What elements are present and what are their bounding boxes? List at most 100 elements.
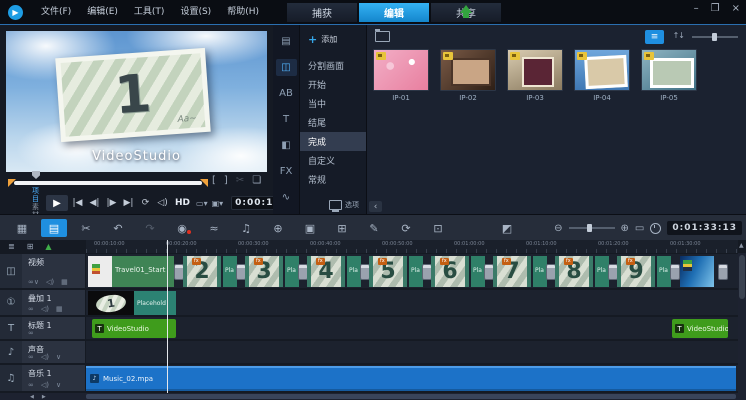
scroll-left-icon[interactable]: ◀ [30, 394, 34, 400]
title-track-lane[interactable] [86, 317, 738, 339]
list-view-toggle[interactable]: ≡ [645, 30, 664, 44]
minimize-button[interactable]: – [694, 3, 699, 14]
mute-icon[interactable]: ◁) [46, 278, 54, 286]
motion-path-icon[interactable]: ∿ [276, 189, 297, 206]
motion-tracking-icon[interactable]: ⊕ [265, 219, 291, 237]
video-clip-first[interactable]: Travel01_Start [88, 256, 174, 287]
redo-icon[interactable]: ↷ [137, 219, 163, 237]
scrub-bar[interactable] [14, 181, 202, 185]
template-thumbnail[interactable]: IP-03 [507, 49, 563, 102]
track-header-voice[interactable]: ♪声音∞◁)∨ [0, 341, 85, 363]
mute-icon[interactable]: ◁) [41, 353, 49, 361]
subtitle-editor-icon[interactable]: ▣ [297, 219, 323, 237]
transition-icon[interactable] [718, 264, 728, 280]
scroll-right-icon[interactable]: ▶ [42, 394, 46, 400]
add-track-icon[interactable]: ⊞ [27, 242, 34, 251]
tools-icon[interactable]: ✂ [73, 219, 99, 237]
volume-icon[interactable]: ◁) [155, 198, 170, 208]
video-clip-placeholder[interactable]: Pla [657, 256, 671, 287]
transition-icon[interactable]: AB [276, 85, 297, 102]
duration-clock-icon[interactable] [650, 223, 661, 234]
scroll-up-icon[interactable]: ▲ [739, 242, 744, 249]
sort-icon[interactable]: ↑↓ [673, 31, 684, 40]
video-clip-number[interactable]: 4fx [307, 256, 345, 287]
overlay-track-lane[interactable] [86, 290, 738, 315]
preview-size-dropdown[interactable]: ▭▾ [196, 199, 208, 208]
menu-item[interactable]: 帮助(H) [219, 1, 267, 24]
enlarge-preview-icon[interactable]: ❏ [252, 175, 261, 186]
swap-tracks-icon[interactable]: ▲ [45, 242, 51, 251]
sound-mixer-icon[interactable]: ≈ [201, 219, 227, 237]
timeline-duration-timecode[interactable]: 0:01:33:13 [667, 221, 742, 235]
category-开始[interactable]: 开始 [300, 75, 366, 94]
scrub-playhead-marker[interactable] [32, 171, 40, 179]
mode-project-label[interactable]: 项目 [32, 187, 39, 203]
vertical-scrollbar[interactable]: ▲ [738, 253, 746, 393]
repeat-icon[interactable]: ⟳ [138, 198, 153, 208]
next-frame-icon[interactable]: |▶ [104, 198, 119, 208]
music-clip[interactable]: ♪Music_02.mpa [86, 366, 736, 391]
snapshot-dropdown[interactable]: ▣▾ [212, 199, 224, 208]
video-clip-placeholder[interactable]: Pla [533, 256, 547, 287]
record-capture-icon[interactable]: ◉ [169, 219, 195, 237]
mute-icon[interactable]: ◁) [41, 305, 49, 313]
extra-icon[interactable]: ▦ [61, 278, 68, 286]
category-常规[interactable]: 常规 [300, 170, 366, 189]
link-icon[interactable]: ∞ [28, 329, 34, 337]
timeline-view-icon[interactable]: ▤ [41, 219, 67, 237]
category-当中[interactable]: 当中 [300, 94, 366, 113]
zoom-in-icon[interactable]: ⊕ [621, 223, 629, 234]
trim-end-handle[interactable] [200, 179, 208, 187]
auto-music-icon[interactable]: ♫ [233, 219, 259, 237]
template-thumbnail[interactable]: IP-02 [440, 49, 496, 102]
horizontal-scrollbar[interactable] [0, 393, 746, 400]
link-icon[interactable]: ∞∨ [28, 278, 39, 286]
timeline-playhead[interactable] [167, 240, 168, 393]
template-thumbnail[interactable]: IP-01 [373, 49, 429, 102]
instant-project-template-icon[interactable]: ◫ [276, 59, 297, 76]
track-manager-icon[interactable]: ≣ [8, 242, 15, 251]
tab-编辑[interactable]: 编辑 [358, 2, 430, 23]
category-自定义[interactable]: 自定义 [300, 151, 366, 170]
video-clip-number[interactable]: 9fx [617, 256, 655, 287]
title-icon[interactable]: T [276, 111, 297, 128]
extra-icon[interactable]: ∨ [56, 381, 61, 389]
menu-item[interactable]: 设置(S) [172, 1, 219, 24]
video-clip-number[interactable]: 6fx [431, 256, 469, 287]
menu-item[interactable]: 工具(T) [126, 1, 173, 24]
voice-track-lane[interactable] [86, 341, 738, 363]
video-clip-number[interactable]: 8fx [555, 256, 593, 287]
overlay-clip-thumbnail[interactable]: 1 [88, 291, 134, 315]
undo-icon[interactable]: ↶ [105, 219, 131, 237]
vertical-scroll-thumb[interactable] [739, 255, 745, 299]
mark-in-icon[interactable]: [ [212, 175, 216, 186]
video-clip-placeholder[interactable]: Pla [285, 256, 299, 287]
category-分割画面[interactable]: 分割画面 [300, 56, 366, 75]
fit-timeline-icon[interactable]: ▭ [635, 223, 644, 234]
mark-out-icon[interactable]: ] [224, 175, 228, 186]
restore-button[interactable]: ❐ [711, 3, 720, 14]
overlay-clip-placeholder[interactable]: Placehold [134, 291, 176, 315]
video-clip-number[interactable]: 5fx [369, 256, 407, 287]
video-clip-ending[interactable] [680, 256, 714, 287]
graphics-icon[interactable]: ◧ [276, 137, 297, 154]
transition-icon[interactable] [670, 264, 680, 280]
template-thumbnail[interactable]: IP-05 [641, 49, 697, 102]
video-clip-number[interactable]: 3fx [245, 256, 283, 287]
import-folder-icon[interactable] [375, 31, 390, 42]
mute-icon[interactable]: ◁) [41, 381, 49, 389]
track-header-title[interactable]: T标题 1∞ [0, 317, 85, 339]
hd-toggle[interactable]: HD [175, 198, 190, 208]
3d-title-editor-icon[interactable]: ⊡ [425, 219, 451, 237]
split-icon[interactable]: ✂ [236, 175, 244, 186]
upgrade-arrow-icon[interactable] [460, 5, 472, 13]
menu-item[interactable]: 文件(F) [33, 1, 79, 24]
options-button[interactable]: 选项 [329, 200, 359, 210]
template-thumbnail[interactable]: IP-04 [574, 49, 630, 102]
prev-frame-icon[interactable]: ◀| [87, 198, 102, 208]
video-clip-placeholder[interactable]: Pla [347, 256, 361, 287]
thumbnail-size-slider[interactable] [692, 36, 738, 38]
video-clip-number[interactable]: 2fx [183, 256, 221, 287]
play-icon[interactable]: ▶ [46, 195, 68, 211]
video-clip-number[interactable]: 7fx [493, 256, 531, 287]
